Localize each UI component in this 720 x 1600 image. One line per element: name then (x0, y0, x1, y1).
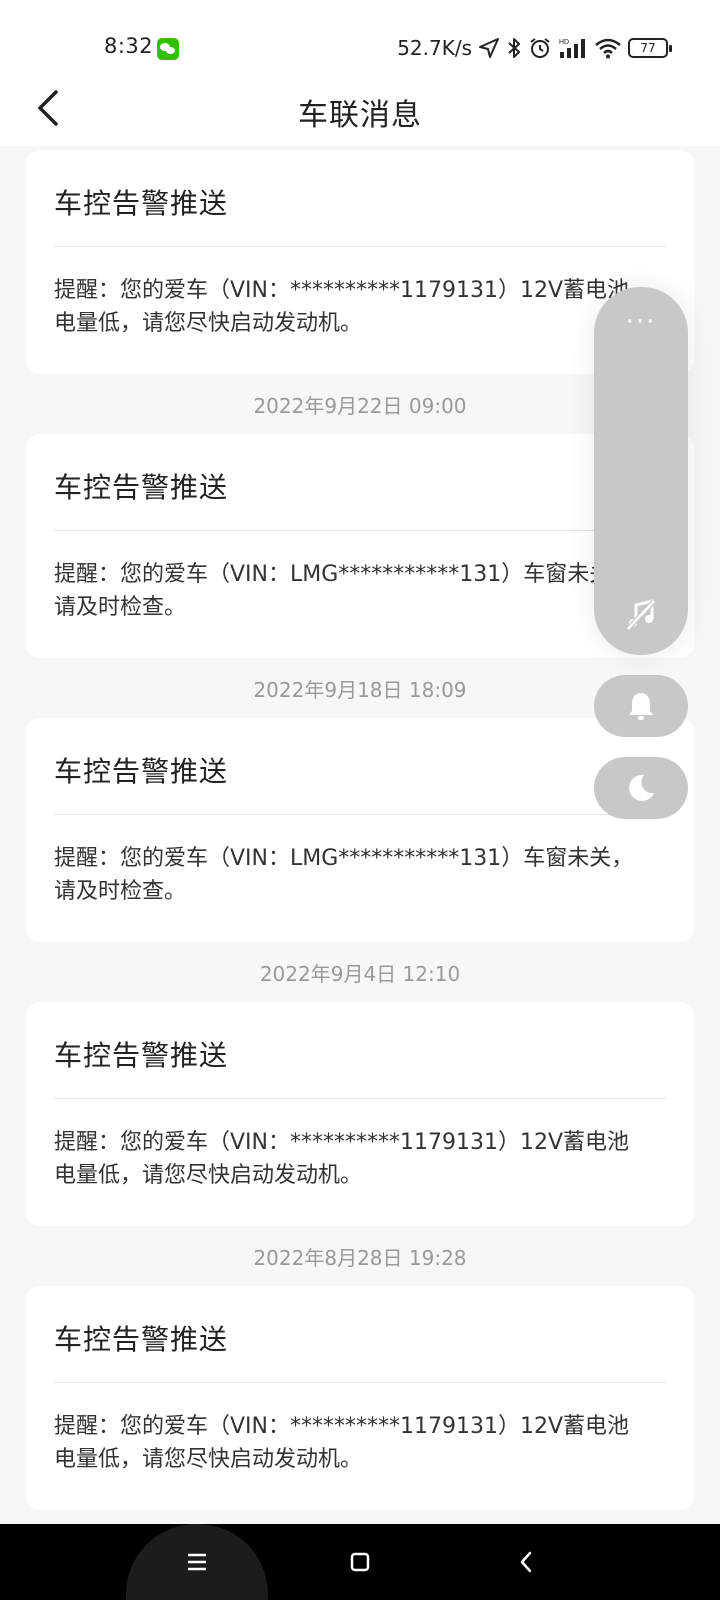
divider (54, 814, 666, 815)
screen: 8:32 52.7K/s HD 77 车联消息 车控告警推送 提醒：您的爱车（V… (0, 0, 720, 1600)
more-icon[interactable]: ··· (594, 307, 688, 337)
message-title: 车控告警推送 (54, 187, 229, 220)
message-body: 提醒：您的爱车（VIN：**********1179131）12V蓄电池 电量低… (54, 278, 630, 336)
moon-icon (629, 774, 654, 801)
header: 车联消息 (0, 72, 720, 146)
status-bar: 8:32 52.7K/s HD 77 (0, 0, 720, 72)
battery-level: 77 (640, 41, 656, 55)
nav-back-button[interactable] (504, 1540, 548, 1584)
svg-text:HD: HD (559, 39, 569, 46)
message-card[interactable]: 车控告警推送 提醒：您的爱车（VIN：**********1179131）12V… (26, 1286, 694, 1510)
message-body: 提醒：您的爱车（VIN：**********1179131）12V蓄电池 电量低… (54, 1414, 630, 1472)
location-icon (479, 38, 499, 58)
bluetooth-icon (508, 38, 520, 58)
wechat-icon (157, 38, 179, 60)
floating-panel[interactable]: ··· (594, 287, 688, 655)
message-card[interactable]: 车控告警推送 提醒：您的爱车（VIN：LMG***********131）车窗未… (26, 718, 694, 942)
signal-icon: HD (559, 39, 585, 58)
bell-icon (629, 693, 653, 720)
divider (54, 1382, 666, 1383)
wifi-icon (595, 38, 621, 59)
menu-icon (188, 1553, 206, 1571)
back-icon (520, 1551, 532, 1573)
music-off-icon[interactable] (624, 597, 658, 631)
home-icon (350, 1552, 370, 1572)
status-icons: 52.7K/s HD 77 (397, 34, 672, 62)
message-title: 车控告警推送 (54, 1039, 229, 1072)
home-button[interactable] (338, 1540, 382, 1584)
moon-button[interactable] (594, 757, 688, 819)
message-title: 车控告警推送 (54, 471, 229, 504)
page-title: 车联消息 (298, 98, 422, 133)
bell-button[interactable] (594, 675, 688, 737)
divider (54, 246, 666, 247)
message-body: 提醒：您的爱车（VIN：LMG***********131）车窗未关， 请及时检… (54, 562, 634, 620)
message-timestamp: 2022年8月28日 19:28 (253, 1246, 467, 1270)
menu-button[interactable] (175, 1540, 219, 1584)
navigation-bar (0, 1524, 720, 1600)
divider (54, 1098, 666, 1099)
battery-icon: 77 (628, 38, 672, 58)
message-card[interactable]: 车控告警推送 提醒：您的爱车（VIN：**********1179131）12V… (26, 1002, 694, 1226)
message-title: 车控告警推送 (54, 1323, 229, 1356)
alarm-icon (530, 38, 550, 58)
message-title: 车控告警推送 (54, 755, 229, 788)
message-body: 提醒：您的爱车（VIN：LMG***********131）车窗未关， 请及时检… (54, 846, 634, 904)
network-speed: 52.7K/s (397, 36, 472, 60)
message-body: 提醒：您的爱车（VIN：**********1179131）12V蓄电池 电量低… (54, 1130, 630, 1188)
message-timestamp: 2022年9月4日 12:10 (259, 962, 461, 986)
divider (54, 530, 666, 531)
status-time: 8:32 (104, 34, 154, 58)
